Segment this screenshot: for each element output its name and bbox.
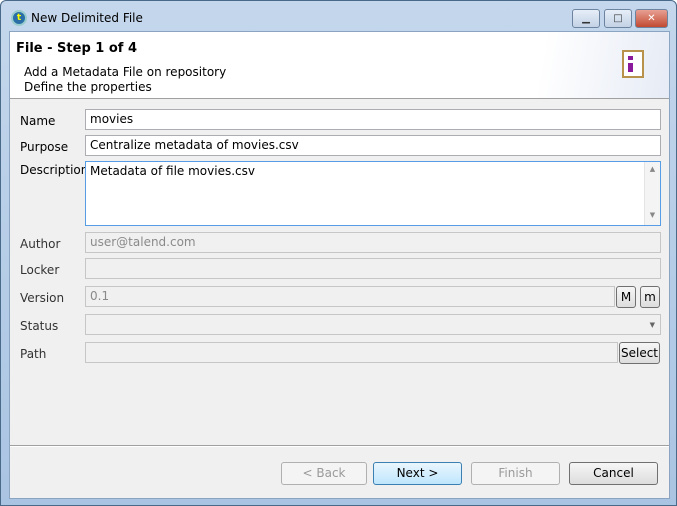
description-label: Description <box>20 163 89 177</box>
name-input[interactable]: movies <box>85 109 661 130</box>
author-input: user@talend.com <box>85 232 661 253</box>
close-button[interactable]: ✕ <box>635 9 668 28</box>
maximize-icon: □ <box>613 13 623 24</box>
talend-icon: t <box>11 10 27 26</box>
page-subtitle: Add a Metadata File on repository <box>24 65 227 79</box>
next-button[interactable]: Next > <box>373 462 462 485</box>
path-input <box>85 342 618 363</box>
scroll-up-icon: ▲ <box>649 165 656 173</box>
page-description: Define the properties <box>24 80 152 94</box>
author-label: Author <box>20 237 61 251</box>
purpose-label: Purpose <box>20 140 69 154</box>
window-title: New Delimited File <box>31 11 143 25</box>
page-title: File - Step 1 of 4 <box>16 41 138 56</box>
minor-version-button[interactable]: m <box>640 286 660 308</box>
major-version-button[interactable]: M <box>616 286 636 308</box>
status-label: Status <box>20 319 59 333</box>
wizard-header: File - Step 1 of 4 Add a Metadata File o… <box>10 32 669 99</box>
scroll-down-icon: ▼ <box>649 211 656 219</box>
close-icon: ✕ <box>647 13 656 24</box>
finish-button[interactable]: Finish <box>471 462 560 485</box>
dialog-window: t New Delimited File ▁ □ ✕ File - Step 1… <box>0 0 677 506</box>
purpose-input[interactable]: Centralize metadata of movies.csv <box>85 135 661 156</box>
cancel-button[interactable]: Cancel <box>569 462 658 485</box>
delimited-file-icon <box>622 50 644 78</box>
description-text: Metadata of file movies.csv <box>90 164 255 178</box>
maximize-button[interactable]: □ <box>604 9 632 28</box>
locker-label: Locker <box>20 263 60 277</box>
minimize-button[interactable]: ▁ <box>572 9 600 28</box>
locker-input <box>85 258 661 279</box>
minimize-icon: ▁ <box>582 13 590 24</box>
version-label: Version <box>20 291 65 305</box>
chevron-down-icon: ▼ <box>649 321 655 329</box>
status-select[interactable]: ▼ <box>85 314 661 335</box>
select-path-button[interactable]: Select <box>619 342 660 364</box>
back-button[interactable]: < Back <box>281 462 367 485</box>
name-label: Name <box>20 114 56 128</box>
dialog-client: File - Step 1 of 4 Add a Metadata File o… <box>9 31 670 499</box>
version-input: 0.1 <box>85 286 615 307</box>
path-label: Path <box>20 347 47 361</box>
description-textarea[interactable]: Metadata of file movies.csv ▲ ▼ <box>85 161 661 226</box>
description-scrollbar[interactable]: ▲ ▼ <box>644 162 660 225</box>
footer-separator <box>10 445 669 447</box>
